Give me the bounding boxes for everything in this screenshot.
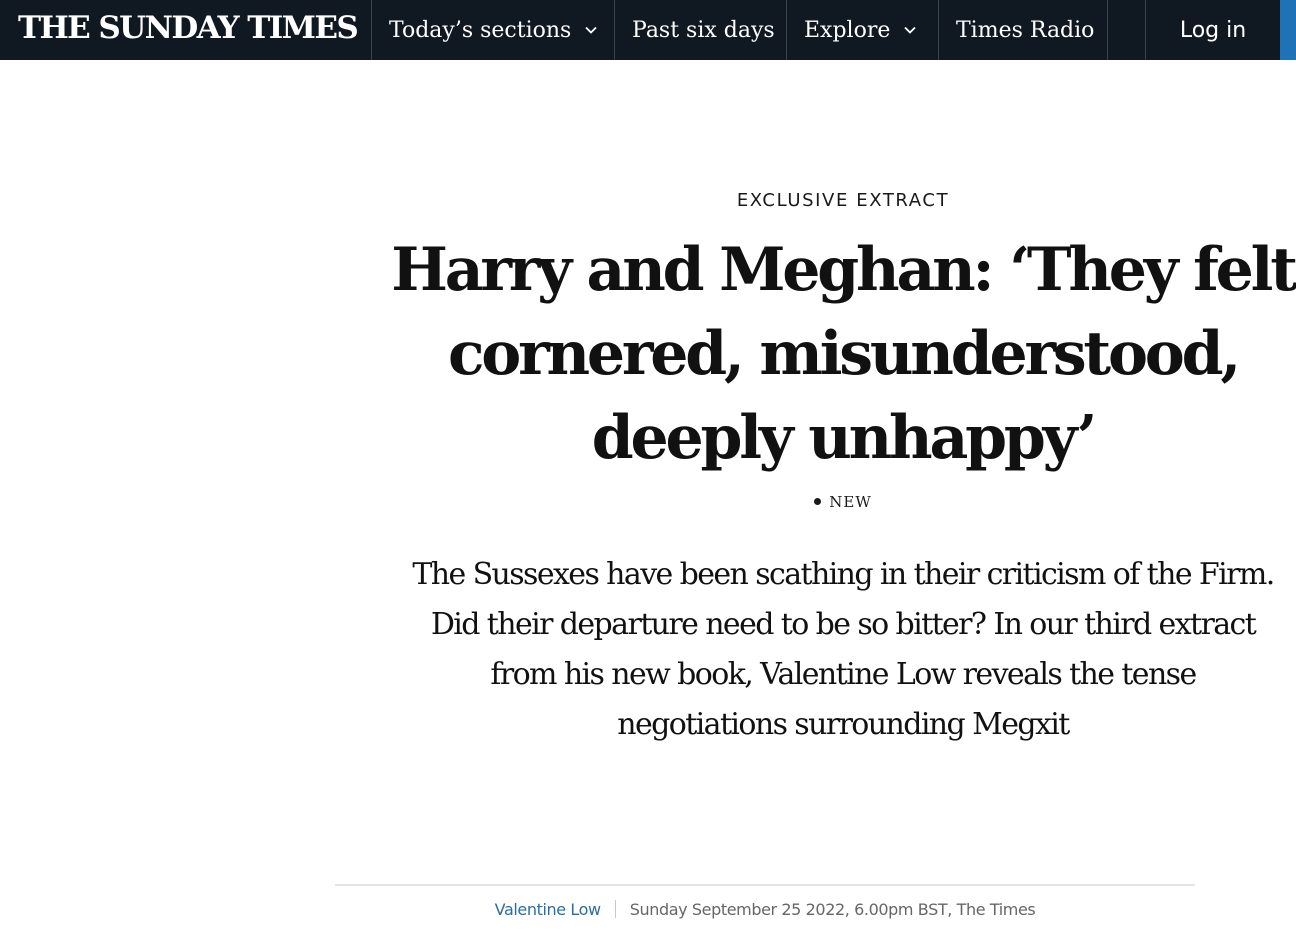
nav-divider (786, 0, 787, 60)
chevron-down-icon (904, 26, 917, 34)
login-button[interactable]: Log in (1146, 0, 1280, 60)
publish-date: Sunday September 25 2022, 6.00pm BST, Th… (629, 900, 1036, 919)
nav-explore[interactable]: Explore (804, 0, 917, 60)
nav-past-six-days[interactable]: Past six days (632, 0, 775, 60)
nav-divider (371, 0, 372, 60)
nav-todays-sections[interactable]: Today’s sections (389, 0, 597, 60)
author-link[interactable]: Valentine Low (495, 900, 601, 919)
chevron-down-icon (585, 26, 597, 34)
nav-divider (614, 0, 615, 60)
bullet-dot-icon (814, 498, 822, 505)
nav-divider (938, 0, 939, 60)
new-badge-label: NEW (829, 493, 872, 511)
nav-explore-label: Explore (804, 17, 891, 43)
nav-todays-sections-label: Today’s sections (389, 17, 572, 43)
article-kicker: EXCLUSIVE EXTRACT (736, 190, 950, 211)
byline-separator (614, 900, 616, 918)
nav-times-radio[interactable]: Times Radio (956, 0, 1094, 60)
article-standfirst: The Sussexes have been scathing in their… (412, 557, 1275, 742)
article-byline: Valentine Low Sunday September 25 2022, 6… (335, 898, 1195, 922)
article-headline: Harry and Meghan: ‘They felt cornered, m… (391, 235, 1296, 473)
accent-strip (1280, 0, 1296, 60)
nav-divider (1107, 0, 1108, 60)
site-logo[interactable]: THE SUNDAY TIMES (18, 8, 359, 48)
top-navigation-bar: THE SUNDAY TIMES Today’s sections Past s… (0, 0, 1296, 60)
byline-divider (335, 884, 1195, 886)
new-badge: NEW (390, 493, 1296, 511)
